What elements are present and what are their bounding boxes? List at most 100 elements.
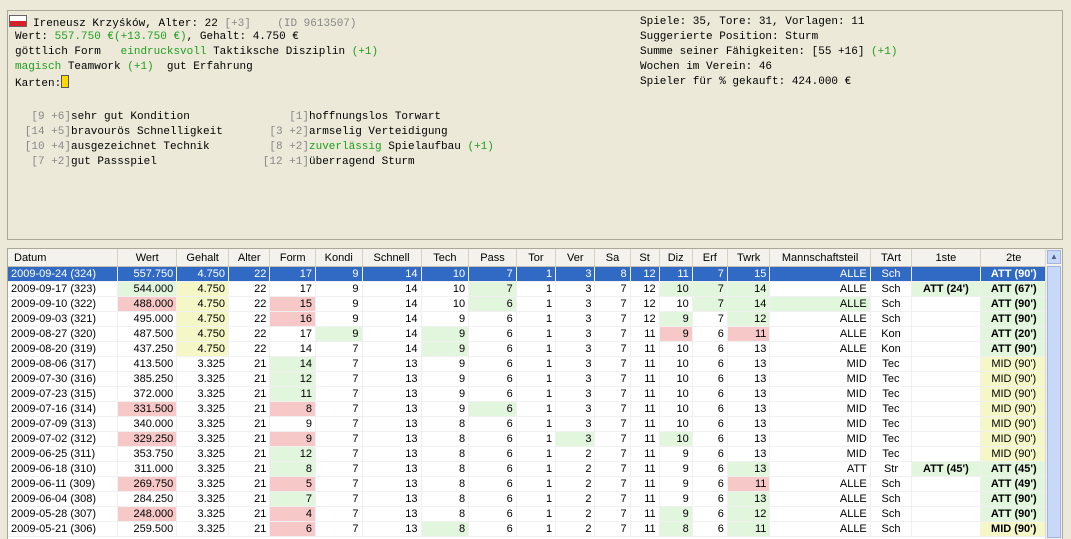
column-header-kondi[interactable]: Kondi	[315, 249, 363, 267]
table-row[interactable]: 2009-09-10 (322) 488.000 4.750 22 15 9 14 10 6 1 3…	[8, 296, 1049, 312]
column-header-alter[interactable]: Alter	[228, 249, 271, 267]
table-cell: 12	[727, 506, 771, 522]
skill-label: sehr gut Kondition	[71, 111, 190, 123]
column-header-st[interactable]: St	[630, 249, 660, 267]
table-cell: 11	[630, 371, 660, 387]
column-header-1ste[interactable]: 1ste	[911, 249, 981, 267]
table-row[interactable]: 2009-07-16 (314) 331.500 3.325 21 8 7 13 9 6 1 3 7 1…	[8, 401, 1049, 417]
table-cell: 7	[594, 341, 631, 357]
table-cell: 21	[228, 401, 271, 417]
column-header-2te[interactable]: 2te	[980, 249, 1049, 267]
table-cell: 2	[555, 491, 596, 507]
table-cell: 3	[555, 341, 596, 357]
table-cell: 13	[362, 431, 422, 447]
column-header-schnell[interactable]: Schnell	[362, 249, 422, 267]
table-cell: Tec	[870, 416, 913, 432]
player-age: 22	[204, 18, 218, 30]
table-cell: ALLE	[769, 266, 871, 282]
table-cell: 12	[630, 266, 660, 282]
column-header-wert[interactable]: Wert	[117, 249, 178, 267]
table-cell: 11	[727, 476, 771, 492]
skill-line: [7 +2]gut Passspiel	[15, 155, 156, 170]
table-cell: 3	[555, 266, 596, 282]
skill-line: [8 +2]zuverlässig Spielaufbau (+1)	[253, 140, 493, 155]
table-cell: 7	[315, 341, 363, 357]
table-cell: 7	[315, 461, 363, 477]
table-row[interactable]: 2009-06-04 (308) 284.250 3.325 21 7 7 13 8 6 1 2 7 1…	[8, 491, 1049, 507]
table-cell: 3	[555, 296, 596, 312]
table-cell: 331.500	[117, 401, 178, 417]
table-row[interactable]: 2009-07-23 (315) 372.000 3.325 21 11 7 13 9 6 1 3 7…	[8, 386, 1049, 402]
column-header-tech[interactable]: Tech	[421, 249, 470, 267]
column-header-ver[interactable]: Ver	[555, 249, 596, 267]
table-cell: Sch	[870, 296, 913, 312]
table-cell: MID (90')	[980, 401, 1049, 417]
table-cell: 3.325	[176, 371, 229, 387]
table-cell: 7	[315, 506, 363, 522]
table-cell: 21	[228, 416, 271, 432]
table-cell: 9	[659, 311, 693, 327]
table-cell: MID (90')	[980, 416, 1049, 432]
column-header-pass[interactable]: Pass	[468, 249, 517, 267]
table-row[interactable]: 2009-08-06 (317) 413.500 3.325 21 14 7 13 9 6 1 3 7…	[8, 356, 1049, 372]
table-cell: MID	[769, 446, 871, 462]
table-row[interactable]: 2009-06-25 (311) 353.750 3.325 21 12 7 13 8 6 1 2 7…	[8, 446, 1049, 462]
table-cell: 1	[516, 326, 557, 342]
column-header-mannschaftsteil[interactable]: Mannschaftsteil	[769, 249, 871, 267]
table-cell: 11	[630, 416, 660, 432]
table-cell: 329.250	[117, 431, 178, 447]
vertical-scrollbar[interactable]: ▲	[1045, 249, 1062, 539]
table-cell: 1	[516, 386, 557, 402]
table-cell	[911, 416, 981, 432]
table-cell: 6	[468, 356, 517, 372]
table-cell: 2009-06-18 (310)	[8, 461, 119, 477]
table-cell: 21	[228, 491, 271, 507]
table-cell: 21	[228, 356, 271, 372]
column-header-twrk[interactable]: Twrk	[727, 249, 771, 267]
table-row[interactable]: 2009-05-21 (306) 259.500 3.325 21 6 7 13 8 6 1 2 7 1…	[8, 521, 1049, 537]
table-cell	[911, 326, 981, 342]
table-row[interactable]: 2009-06-11 (309) 269.750 3.325 21 5 7 13 8 6 1 2 7 1…	[8, 476, 1049, 492]
table-cell: 1	[516, 296, 557, 312]
table-row[interactable]: 2009-05-28 (307) 248.000 3.325 21 4 7 13 8 6 1 2 7 1…	[8, 506, 1049, 522]
table-cell: 2009-07-02 (312)	[8, 431, 119, 447]
scroll-up-arrow-icon[interactable]: ▲	[1047, 250, 1061, 264]
table-cell: 7	[594, 506, 631, 522]
column-header-gehalt[interactable]: Gehalt	[176, 249, 229, 267]
table-row[interactable]: 2009-09-03 (321) 495.000 4.750 22 16 9 14 9 6 1 3 7…	[8, 311, 1049, 327]
table-cell: 11	[630, 521, 660, 537]
table-cell: 3	[555, 356, 596, 372]
skill-line: [9 +6]sehr gut Kondition	[15, 110, 190, 125]
table-cell: 9	[421, 371, 470, 387]
table-cell: 6	[468, 386, 517, 402]
table-cell: 13	[727, 356, 771, 372]
column-header-form[interactable]: Form	[269, 249, 316, 267]
table-cell: 3	[555, 416, 596, 432]
column-header-datum[interactable]: Datum	[8, 249, 119, 267]
skill-label: Spielaufbau	[388, 141, 461, 153]
table-row[interactable]: 2009-07-30 (316) 385.250 3.325 21 12 7 13 9 6 1 3 7…	[8, 371, 1049, 387]
table-row[interactable]: 2009-08-27 (320) 487.500 4.750 22 17 9 14 9 6 1 3 7…	[8, 326, 1049, 342]
table-cell: 7	[315, 431, 363, 447]
skill-value-box: [14 +5]	[24, 126, 71, 138]
table-cell: 9	[269, 416, 316, 432]
column-header-sa[interactable]: Sa	[594, 249, 631, 267]
table-row[interactable]: 2009-06-18 (310) 311.000 3.325 21 8 7 13 8 6 1 2 7 1…	[8, 461, 1049, 477]
column-header-erf[interactable]: Erf	[692, 249, 728, 267]
skill-label: ausgezeichnet Technik	[71, 141, 210, 153]
scroll-thumb[interactable]	[1047, 266, 1061, 538]
table-row[interactable]: 2009-09-17 (323) 544.000 4.750 22 17 9 14 10 7 1 3…	[8, 281, 1049, 297]
table-row[interactable]: 2009-08-20 (319) 437.250 4.750 22 14 7 14 9 6 1 3 7…	[8, 341, 1049, 357]
table-cell: 2009-06-25 (311)	[8, 446, 119, 462]
table-cell: 11	[630, 356, 660, 372]
column-header-tor[interactable]: Tor	[516, 249, 557, 267]
table-row[interactable]: 2009-07-02 (312) 329.250 3.325 21 9 7 13 8 6 1 3 7 1…	[8, 431, 1049, 447]
column-header-diz[interactable]: Diz	[659, 249, 693, 267]
table-cell: 6	[692, 446, 728, 462]
table-row[interactable]: 2009-07-09 (313) 340.000 3.325 21 9 7 13 8 6 1 3 7 1…	[8, 416, 1049, 432]
column-header-tart[interactable]: TArt	[870, 249, 913, 267]
table-cell: 14	[362, 296, 422, 312]
table-cell: 7	[315, 356, 363, 372]
table-row[interactable]: 2009-09-24 (324) 557.750 4.750 22 17 9 14 10 7 1 3…	[8, 266, 1049, 282]
table-cell: 13	[362, 506, 422, 522]
